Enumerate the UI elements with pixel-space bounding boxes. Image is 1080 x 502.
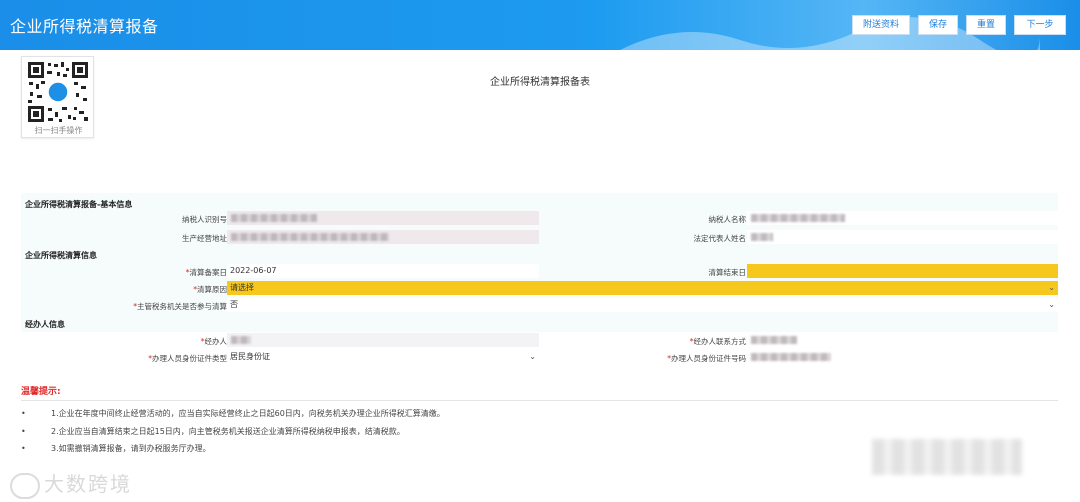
id-type-label: *办理人员身份证件类型 xyxy=(148,354,227,363)
qr-code-icon xyxy=(26,60,90,124)
start-date-input[interactable]: 2022-06-07 xyxy=(227,264,539,278)
attach-button[interactable]: 附送资料 xyxy=(852,15,910,35)
section-liquidation-title: 企业所得税清算信息 xyxy=(25,251,97,260)
agent-field xyxy=(227,333,539,347)
redacted-value xyxy=(751,214,845,222)
tip-item: • 2.企业应当自清算结束之日起15日内，向主管税务机关报送企业清算所得税纳税申报… xyxy=(21,427,405,436)
section-basic-title: 企业所得税清算报备-基本信息 xyxy=(25,200,133,209)
contact-label: *经办人联系方式 xyxy=(689,337,746,346)
agent-form: *经办人 *经办人联系方式 *办理人员身份证件类型 居民身份证 ⌄ *办理人员身… xyxy=(21,332,1058,366)
filing-form: 企业所得税清算报备-基本信息 纳税人识别号 纳税人名称 生产经营地址 法定代表人… xyxy=(21,193,1058,332)
save-button[interactable]: 保存 xyxy=(918,15,958,35)
authority-select-value: 否 xyxy=(230,300,238,309)
watermark: 大数跨境 xyxy=(10,468,132,499)
chevron-down-icon: ⌄ xyxy=(529,352,536,361)
redacted-value xyxy=(751,233,773,241)
start-date-label: *清算备案日 xyxy=(185,268,227,277)
authority-select[interactable]: 否 ⌄ xyxy=(227,298,1058,312)
reset-button[interactable]: 重置 xyxy=(966,15,1006,35)
address-field xyxy=(227,230,539,244)
redacted-value xyxy=(751,336,797,344)
redacted-value xyxy=(751,353,831,361)
address-label: 生产经营地址 xyxy=(182,234,227,243)
bullet-icon: • xyxy=(21,444,26,453)
reason-select[interactable]: 请选择 ⌄ xyxy=(227,281,1058,295)
tip-item: • 1.企业在年度中间终止经营活动的，应当自实际经营终止之日起60日内，向税务机关… xyxy=(21,409,445,418)
taxpayer-id-label: 纳税人识别号 xyxy=(182,215,227,224)
taxpayer-name-field xyxy=(747,211,1058,225)
redacted-value xyxy=(231,233,389,241)
page-title: 企业所得税清算报备 xyxy=(10,17,159,36)
redacted-area xyxy=(872,439,1022,475)
qr-caption: 扫一扫手操作 xyxy=(34,126,83,135)
bullet-icon: • xyxy=(21,409,26,418)
qr-code-card[interactable]: 扫一扫手操作 xyxy=(21,56,94,138)
end-date-input[interactable] xyxy=(747,264,1058,278)
contact-field[interactable] xyxy=(747,333,1058,347)
id-type-select-value: 居民身份证 xyxy=(230,352,270,361)
id-number-field[interactable] xyxy=(747,350,1058,364)
id-type-select[interactable]: 居民身份证 ⌄ xyxy=(227,350,539,364)
authority-label: *主管税务机关是否参与清算 xyxy=(133,302,227,311)
reason-label: *清算原因 xyxy=(193,285,227,294)
taxpayer-id-field xyxy=(227,211,539,225)
watermark-logo-icon xyxy=(10,472,40,499)
taxpayer-name-label: 纳税人名称 xyxy=(708,215,747,224)
chevron-down-icon: ⌄ xyxy=(1048,300,1055,309)
legal-rep-field xyxy=(747,230,1058,244)
agent-label: *经办人 xyxy=(200,337,227,346)
section-agent-title: 经办人信息 xyxy=(25,320,65,329)
id-number-label: *办理人员身份证件号码 xyxy=(667,354,746,363)
bullet-icon: • xyxy=(21,427,26,436)
reason-select-value: 请选择 xyxy=(230,283,254,292)
next-button[interactable]: 下一步 xyxy=(1014,15,1066,35)
chevron-down-icon: ⌄ xyxy=(1048,283,1055,292)
divider xyxy=(21,400,1058,401)
redacted-value xyxy=(231,336,251,344)
header-bar: 企业所得税清算报备 附送资料 保存 重置 下一步 xyxy=(0,0,1080,50)
form-title: 企业所得税清算报备表 xyxy=(490,77,590,88)
tips-title: 温馨提示: xyxy=(21,387,61,397)
redacted-value xyxy=(231,214,317,222)
legal-rep-label: 法定代表人姓名 xyxy=(693,234,747,243)
tip-item: • 3.如需撤销清算报备，请到办税服务厅办理。 xyxy=(21,444,211,453)
end-date-label: 清算结束日 xyxy=(708,268,747,277)
toolbar: 附送资料 保存 重置 下一步 xyxy=(852,15,1066,35)
